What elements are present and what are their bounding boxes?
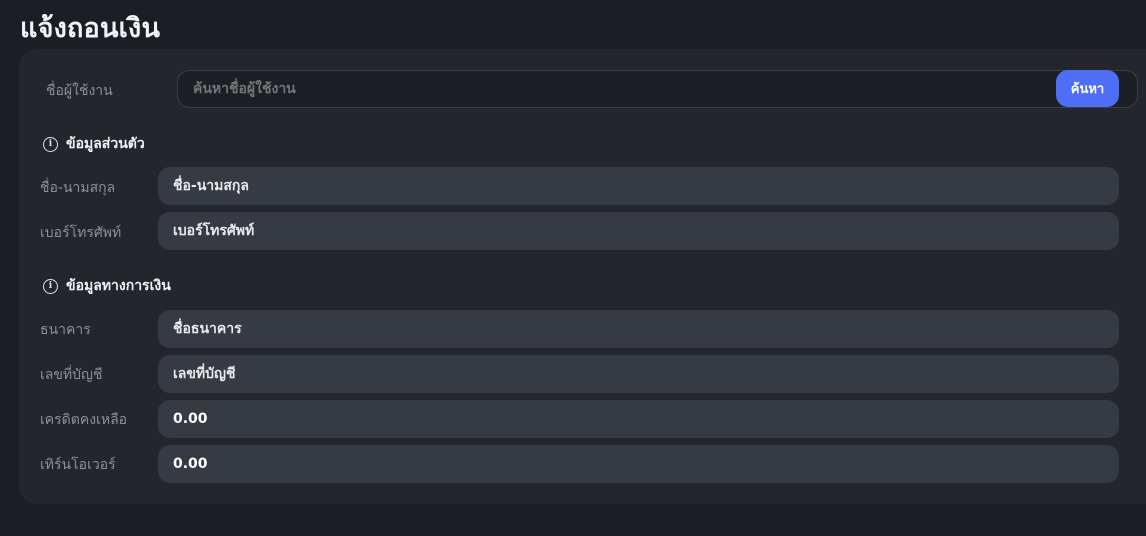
turnover-label: เทิร์นโอเวอร์ [40, 457, 116, 473]
bank-label: ธนาคาร [40, 322, 91, 338]
phone-label: เบอร์โทรศัพท์ [40, 225, 122, 241]
fullname-field[interactable]: ชื่อ-นามสกุล [158, 167, 1119, 205]
info-icon: i [43, 278, 58, 294]
page-title: แจ้งถอนเงิน [20, 13, 161, 44]
account-number-field[interactable]: เลขที่บัญชี [158, 355, 1119, 393]
account-number-label: เลขที่บัญชี [40, 367, 103, 383]
bank-field[interactable]: ชื่อธนาคาร [158, 310, 1119, 348]
withdraw-form-card: ชื่อผู้ใช้งาน ค้นหา i ข้อมูลส่วนตัว ชื่อ… [19, 49, 1146, 504]
financial-info-heading-text: ข้อมูลทางการเงิน [66, 278, 171, 294]
username-search-input[interactable] [177, 70, 1138, 108]
info-icon: i [43, 136, 58, 152]
credit-balance-field[interactable]: 0.00 [158, 400, 1119, 438]
search-button[interactable]: ค้นหา [1056, 70, 1119, 107]
credit-balance-label: เครดิตคงเหลือ [40, 412, 128, 428]
financial-info-heading: i ข้อมูลทางการเงิน [43, 275, 171, 297]
personal-info-heading-text: ข้อมูลส่วนตัว [66, 136, 145, 152]
fullname-label: ชื่อ-นามสกุล [40, 180, 116, 196]
turnover-field[interactable]: 0.00 [158, 445, 1119, 483]
phone-field[interactable]: เบอร์โทรศัพท์ [158, 212, 1119, 250]
personal-info-heading: i ข้อมูลส่วนตัว [43, 133, 145, 155]
username-label: ชื่อผู้ใช้งาน [46, 83, 113, 99]
